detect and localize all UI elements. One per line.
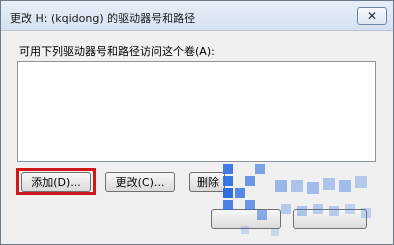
close-icon: ✕ — [366, 9, 378, 23]
change-drive-letter-dialog: 更改 H: (kqidong) 的驱动器号和路径 ✕ 可用下列驱动器号和路径访问… — [0, 0, 394, 245]
add-button[interactable]: 添加(D)... — [21, 172, 91, 192]
drive-path-list[interactable] — [17, 61, 376, 162]
close-button[interactable]: ✕ — [357, 7, 387, 25]
title-bar: 更改 H: (kqidong) 的驱动器号和路径 ✕ — [1, 1, 393, 31]
change-button[interactable]: 更改(C)... — [105, 172, 175, 192]
instruction-label: 可用下列驱动器号和路径访问这个卷(A): — [19, 45, 215, 58]
ok-button[interactable] — [211, 209, 281, 229]
dialog-title: 更改 H: (kqidong) 的驱动器号和路径 — [10, 12, 196, 25]
remove-button[interactable]: 删除 — [189, 172, 225, 192]
cancel-button[interactable] — [293, 209, 367, 229]
